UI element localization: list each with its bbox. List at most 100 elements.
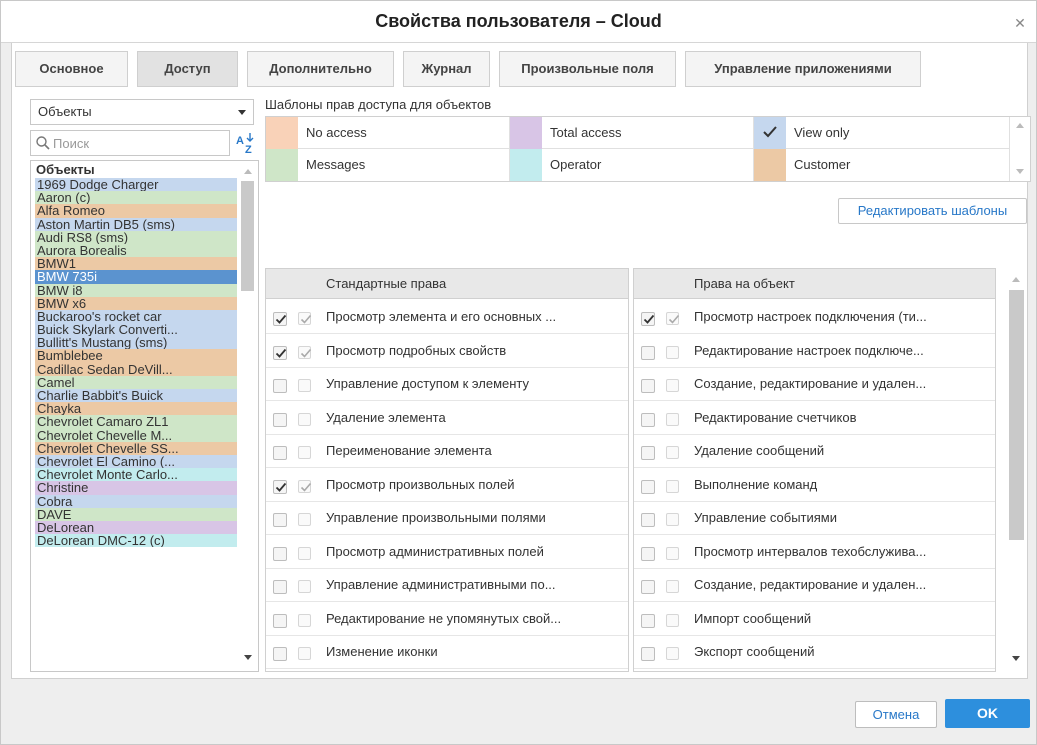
object-list-item[interactable]: Chevrolet Chevelle M... xyxy=(35,428,237,442)
inherit-checkbox[interactable] xyxy=(298,345,312,359)
inherit-checkbox[interactable] xyxy=(666,613,679,627)
object-list-item[interactable]: DAVE xyxy=(35,507,237,521)
object-list-item[interactable]: BMW x6 xyxy=(35,296,237,310)
tab-app-management[interactable]: Управление приложениями xyxy=(685,51,921,87)
grant-checkbox[interactable] xyxy=(641,312,655,326)
template-view-only[interactable]: View only xyxy=(754,117,1010,149)
grant-checkbox[interactable] xyxy=(641,446,655,460)
object-list-item[interactable]: Camel xyxy=(35,375,237,389)
inherit-checkbox[interactable] xyxy=(298,446,311,459)
object-list-item[interactable]: DeLorean xyxy=(35,520,237,535)
inherit-checkbox[interactable] xyxy=(298,546,311,560)
grant-checkbox[interactable] xyxy=(273,312,287,326)
scroll-up-icon[interactable] xyxy=(1012,277,1020,282)
inherit-checkbox[interactable] xyxy=(298,647,311,660)
inherit-checkbox[interactable] xyxy=(666,513,679,526)
close-icon[interactable]: ✕ xyxy=(1012,15,1028,31)
grant-checkbox[interactable] xyxy=(273,613,287,628)
object-list-item[interactable]: Cadillac Sedan DeVill... xyxy=(35,362,237,376)
object-list-item[interactable]: BMW 735i xyxy=(35,270,237,284)
inherit-checkbox[interactable] xyxy=(666,446,679,459)
object-list-item[interactable]: Cobra xyxy=(35,494,237,508)
object-list-item[interactable]: Buckaroo's rocket car xyxy=(35,309,237,324)
inherit-checkbox[interactable] xyxy=(666,580,679,593)
object-list-item[interactable]: Chevrolet El Camino (... xyxy=(35,454,237,469)
rights-scrollbar[interactable] xyxy=(1006,268,1027,672)
tab-custom-fields[interactable]: Произвольные поля xyxy=(499,51,676,87)
template-total-access[interactable]: Total access xyxy=(510,117,754,149)
sort-az-icon[interactable]: A Z xyxy=(234,131,258,155)
object-type-select[interactable]: Объекты xyxy=(30,99,254,125)
search-box[interactable] xyxy=(30,130,230,156)
grant-checkbox[interactable] xyxy=(641,546,655,561)
scroll-up-icon[interactable] xyxy=(244,169,252,174)
template-messages[interactable]: Messages xyxy=(266,149,510,181)
tab-access[interactable]: Доступ xyxy=(137,51,238,87)
scroll-up-icon[interactable] xyxy=(1016,123,1024,128)
inherit-checkbox[interactable] xyxy=(666,546,679,560)
inherit-checkbox[interactable] xyxy=(298,613,311,627)
inherit-checkbox[interactable] xyxy=(298,412,311,426)
scroll-down-icon[interactable] xyxy=(1016,169,1024,174)
scrollbar-thumb[interactable] xyxy=(1009,290,1024,540)
template-no-access[interactable]: No access xyxy=(266,117,510,149)
tab-log[interactable]: Журнал xyxy=(403,51,490,87)
template-operator[interactable]: Operator xyxy=(510,149,754,181)
inherit-checkbox[interactable] xyxy=(298,479,312,493)
template-customer[interactable]: Customer xyxy=(754,149,1010,181)
edit-templates-button[interactable]: Редактировать шаблоны xyxy=(838,198,1027,224)
grant-checkbox[interactable] xyxy=(641,613,655,628)
inherit-checkbox[interactable] xyxy=(298,513,311,526)
grant-checkbox[interactable] xyxy=(273,379,287,393)
templates-scrollbar[interactable] xyxy=(1011,117,1029,181)
object-list-item[interactable]: Audi RS8 (sms) xyxy=(35,230,237,244)
scroll-down-icon[interactable] xyxy=(1012,656,1020,661)
object-list-item[interactable]: Aurora Borealis xyxy=(35,243,237,258)
scrollbar-thumb[interactable] xyxy=(241,181,254,291)
object-list-item[interactable]: Bumblebee xyxy=(35,349,237,363)
scroll-down-icon[interactable] xyxy=(244,655,252,660)
grant-checkbox[interactable] xyxy=(641,412,655,427)
grant-checkbox[interactable] xyxy=(641,479,655,494)
object-list-item[interactable]: Chevrolet Chevelle SS... xyxy=(35,441,237,455)
object-list-item[interactable]: Buick Skylark Converti... xyxy=(35,323,237,337)
cancel-button[interactable]: Отмена xyxy=(855,701,937,728)
object-list-item[interactable]: DeLorean DMC-12 (c) xyxy=(35,534,237,548)
inherit-checkbox[interactable] xyxy=(298,312,312,325)
search-input[interactable] xyxy=(53,133,225,153)
grant-checkbox[interactable] xyxy=(273,546,287,561)
object-list-item[interactable]: Christine xyxy=(35,481,237,495)
object-list-item[interactable]: Chevrolet Camaro ZL1 xyxy=(35,415,237,429)
object-list-item[interactable]: Chayka xyxy=(35,402,237,416)
grant-checkbox[interactable] xyxy=(273,345,287,360)
inherit-checkbox[interactable] xyxy=(666,479,679,493)
grant-checkbox[interactable] xyxy=(641,345,655,360)
object-list-item[interactable]: Bullitt's Mustang (sms) xyxy=(35,336,237,350)
grant-checkbox[interactable] xyxy=(273,647,287,661)
grant-checkbox[interactable] xyxy=(273,479,287,494)
object-list-item[interactable]: BMW1 xyxy=(35,257,237,271)
object-list-item[interactable]: BMW i8 xyxy=(35,283,237,297)
object-list-item[interactable]: Alfa Romeo xyxy=(35,204,237,218)
grant-checkbox[interactable] xyxy=(273,412,287,427)
grant-checkbox[interactable] xyxy=(273,446,287,460)
grant-checkbox[interactable] xyxy=(273,513,287,527)
tab-additional[interactable]: Дополнительно xyxy=(247,51,394,87)
object-list-item[interactable]: Aston Martin DB5 (sms) xyxy=(35,217,237,231)
inherit-checkbox[interactable] xyxy=(666,345,679,359)
grant-checkbox[interactable] xyxy=(273,580,287,594)
inherit-checkbox[interactable] xyxy=(298,580,311,593)
grant-checkbox[interactable] xyxy=(641,379,655,393)
inherit-checkbox[interactable] xyxy=(666,647,679,660)
grant-checkbox[interactable] xyxy=(641,513,655,527)
object-list-item[interactable]: Aaron (c) xyxy=(35,191,237,205)
grant-checkbox[interactable] xyxy=(641,580,655,594)
inherit-checkbox[interactable] xyxy=(298,379,311,392)
object-list-item[interactable]: Chevrolet Monte Carlo... xyxy=(35,468,237,482)
inherit-checkbox[interactable] xyxy=(666,379,679,392)
object-list-item[interactable]: 1969 Dodge Charger xyxy=(35,178,237,192)
object-list-item[interactable]: Charlie Babbit's Buick xyxy=(35,389,237,403)
inherit-checkbox[interactable] xyxy=(666,412,679,426)
inherit-checkbox[interactable] xyxy=(666,312,680,325)
tab-main[interactable]: Основное xyxy=(15,51,128,87)
